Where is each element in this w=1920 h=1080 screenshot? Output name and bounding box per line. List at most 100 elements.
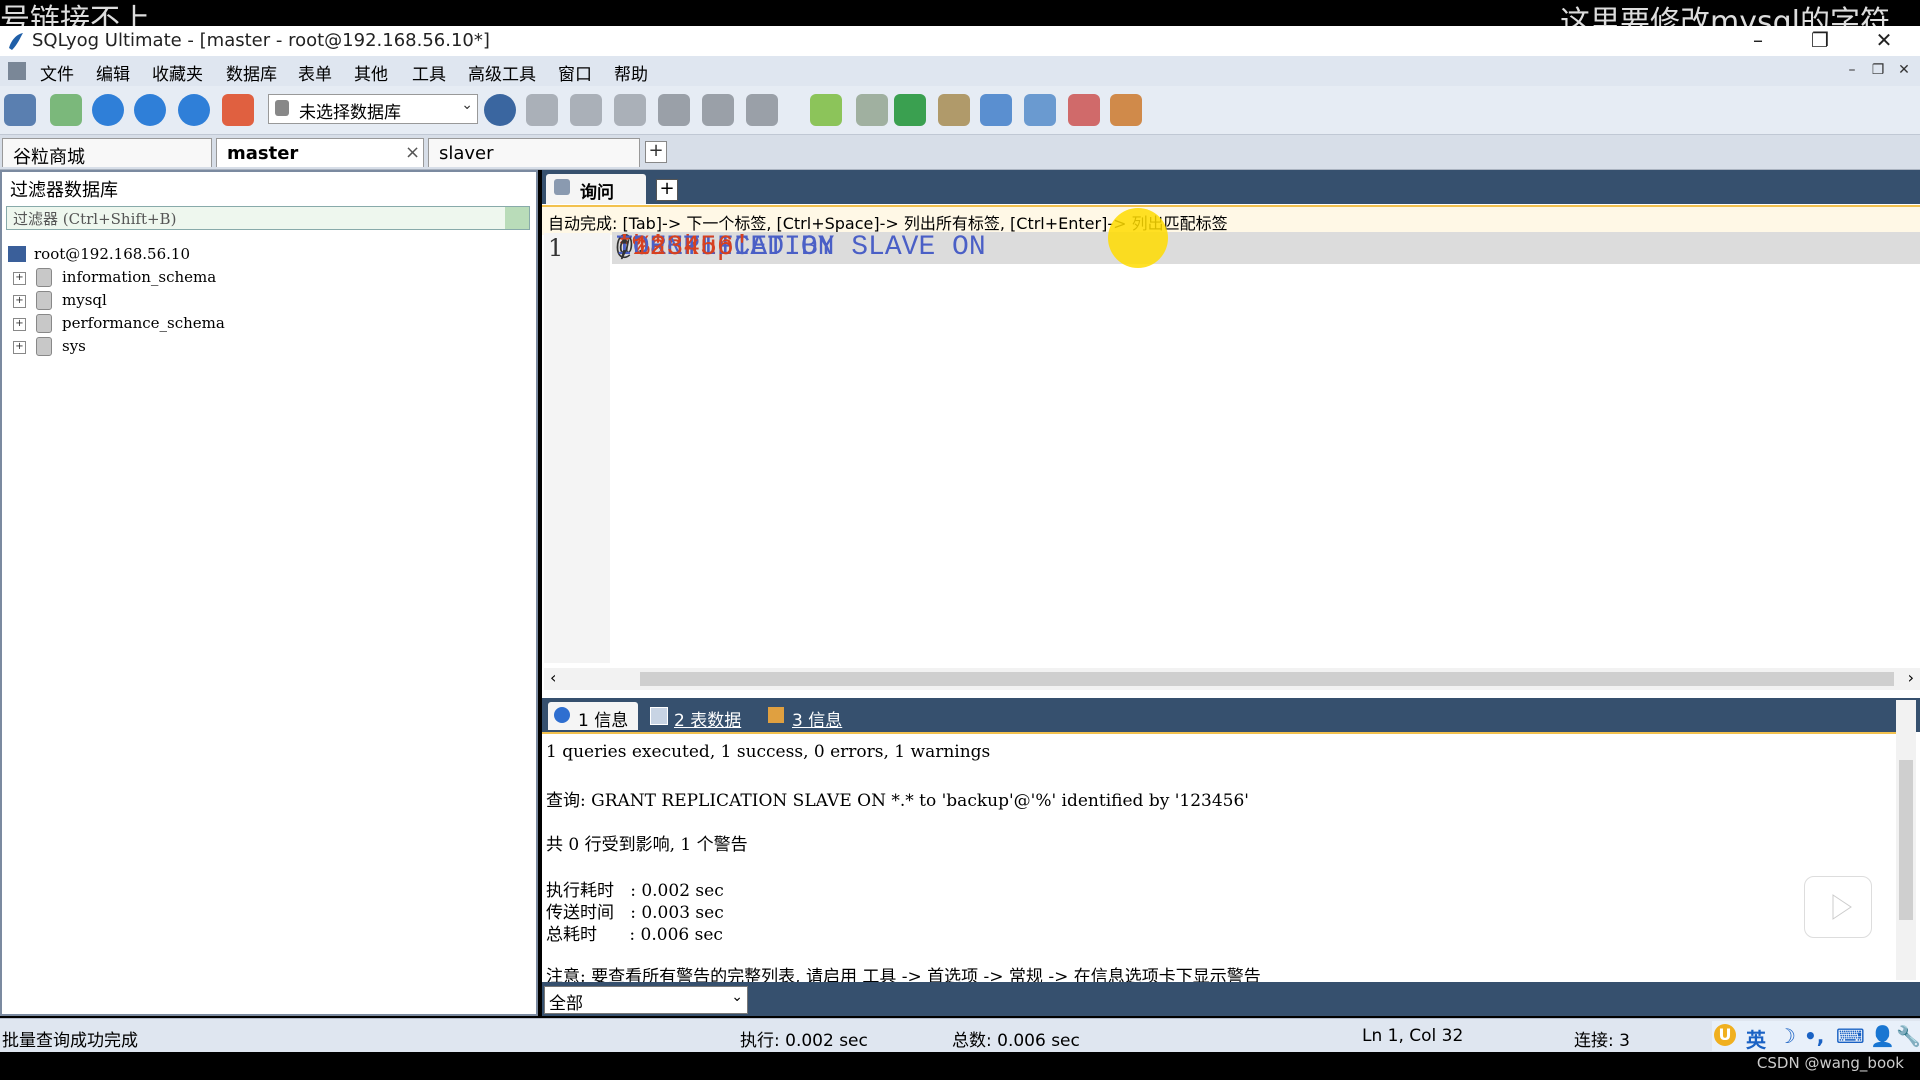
- restore-icon[interactable]: [856, 94, 888, 126]
- menu-file[interactable]: 文件: [40, 60, 74, 85]
- ime-logo-icon[interactable]: U: [1714, 1024, 1736, 1046]
- result-query: 查询: GRANT REPLICATION SLAVE ON *.* to 'b…: [546, 791, 1249, 811]
- expand-icon[interactable]: +: [13, 318, 26, 331]
- schedule-icon[interactable]: [1068, 94, 1100, 126]
- tab-connection-master[interactable]: master ×: [216, 138, 424, 167]
- database-icon: [36, 291, 52, 310]
- keyboard-icon[interactable]: ⌨: [1836, 1024, 1865, 1048]
- mdi-restore-button[interactable]: ❐: [1866, 60, 1890, 80]
- scroll-thumb[interactable]: [640, 672, 1894, 686]
- chevron-down-icon: ⌄: [461, 97, 473, 113]
- execute-query-icon[interactable]: [92, 94, 124, 126]
- status-total-time: 总数: 0.006 sec: [952, 1031, 1080, 1051]
- ime-lang-toggle[interactable]: 英: [1746, 1024, 1766, 1053]
- tab-connection-guli[interactable]: 谷粒商城: [2, 138, 212, 168]
- table-data-icon[interactable]: [658, 94, 690, 126]
- punctuation-icon[interactable]: •,: [1804, 1024, 1824, 1048]
- add-query-tab-button[interactable]: +: [656, 179, 678, 201]
- connection-tab-bar: 谷粒商城 master × slaver: [0, 135, 1920, 170]
- status-exec-time: 执行: 0.002 sec: [740, 1031, 868, 1051]
- grid-icon[interactable]: [702, 94, 734, 126]
- status-message: 批量查询成功完成: [2, 1031, 138, 1051]
- database-icon: [36, 337, 52, 356]
- tree-item-sys[interactable]: sys: [62, 337, 86, 355]
- user-icon[interactable]: 👤: [1870, 1024, 1895, 1048]
- stop-icon[interactable]: [222, 94, 254, 126]
- expand-icon[interactable]: +: [13, 341, 26, 354]
- sqlyog-dolphin-icon: [9, 33, 23, 50]
- play-triangle-icon: [1832, 894, 1852, 920]
- filter-button[interactable]: [505, 207, 529, 229]
- result-rows-affected: 共 0 行受到影响, 1 个警告: [546, 835, 748, 855]
- status-bar: 批量查询成功完成 执行: 0.002 sec 总数: 0.006 sec Ln …: [0, 1018, 1920, 1053]
- message-filter-select[interactable]: 全部 ⌄: [544, 986, 748, 1014]
- minimize-button[interactable]: –: [1738, 26, 1778, 54]
- close-window-button[interactable]: ✕: [1864, 26, 1904, 54]
- ime-toolbar: U 英 ☽ •, ⌨ 👤 🔧: [1712, 1021, 1920, 1053]
- line-number: 1: [548, 234, 564, 262]
- new-query-icon[interactable]: [50, 94, 82, 126]
- info-icon: [554, 707, 570, 723]
- export-icon[interactable]: [980, 94, 1012, 126]
- tab-messages[interactable]: 1 信息: [548, 702, 638, 731]
- tree-root-connection[interactable]: root@192.168.56.10: [34, 245, 190, 263]
- add-tab-button[interactable]: +: [645, 141, 667, 163]
- results-filter-bar: [542, 982, 1920, 1016]
- tab-query[interactable]: 询问: [546, 174, 646, 204]
- results-vertical-scrollbar[interactable]: [1896, 700, 1916, 980]
- result-summary: 1 queries executed, 1 success, 0 errors,…: [546, 742, 991, 762]
- execute-all-icon[interactable]: [134, 94, 166, 126]
- database-select[interactable]: 未选择数据库 ⌄: [268, 94, 478, 124]
- tree-item-information-schema[interactable]: information_schema: [62, 268, 216, 286]
- new-connection-icon[interactable]: [4, 94, 36, 126]
- filter-title: 过滤器数据库: [10, 180, 118, 201]
- close-tab-icon[interactable]: ×: [405, 142, 420, 163]
- mdi-close-button[interactable]: ✕: [1892, 60, 1916, 80]
- refresh-icon[interactable]: [178, 94, 210, 126]
- user-manager-icon[interactable]: [484, 94, 516, 126]
- menu-advanced-tools[interactable]: 高级工具: [468, 60, 536, 85]
- database-icon: [36, 314, 52, 333]
- sql-editor-line[interactable]: T REPLICATION SLAVE ON *. * TO 'backup' @ '…: [612, 232, 1920, 264]
- mdi-minimize-button[interactable]: –: [1840, 60, 1864, 80]
- menu-tools[interactable]: 工具: [412, 60, 446, 85]
- backup-icon[interactable]: [810, 94, 842, 126]
- menu-bar: 文件 编辑 收藏夹 数据库 表单 其他 工具 高级工具 窗口 帮助: [0, 56, 1920, 87]
- restore-button[interactable]: ❐: [1800, 26, 1840, 54]
- results-tab-bar: 1 信息 2 表数据 3 信息: [542, 698, 1920, 732]
- sync-icon[interactable]: [894, 94, 926, 126]
- scroll-right-icon[interactable]: ›: [1908, 668, 1914, 687]
- menu-table[interactable]: 表单: [298, 60, 332, 85]
- filter-input[interactable]: 过滤器 (Ctrl+Shift+B): [6, 206, 530, 230]
- tree-item-mysql[interactable]: mysql: [62, 291, 107, 309]
- monitor-icon[interactable]: [1024, 94, 1056, 126]
- create-table-icon[interactable]: [570, 94, 602, 126]
- watermark: CSDN @wang_book: [1756, 1054, 1904, 1072]
- expand-icon[interactable]: +: [13, 272, 26, 285]
- designer-icon[interactable]: [1110, 94, 1142, 126]
- tab-connection-slaver[interactable]: slaver: [428, 138, 640, 167]
- scroll-left-icon[interactable]: ‹: [550, 668, 556, 687]
- create-database-icon[interactable]: [526, 94, 558, 126]
- play-icon[interactable]: [1804, 876, 1872, 938]
- alter-table-icon[interactable]: [614, 94, 646, 126]
- tab-table-data[interactable]: 2 表数据: [646, 702, 756, 731]
- menu-edit[interactable]: 编辑: [96, 60, 130, 85]
- menu-window[interactable]: 窗口: [558, 60, 592, 85]
- menu-favorites[interactable]: 收藏夹: [152, 60, 203, 85]
- expand-icon[interactable]: +: [13, 295, 26, 308]
- menu-database[interactable]: 数据库: [226, 60, 277, 85]
- menu-other[interactable]: 其他: [354, 60, 388, 85]
- tab-info[interactable]: 3 信息: [764, 702, 864, 731]
- app-menu-icon[interactable]: [8, 62, 26, 80]
- scroll-thumb[interactable]: [1899, 760, 1913, 920]
- result-total-time: 总耗时 : 0.006 sec: [546, 925, 723, 945]
- menu-help[interactable]: 帮助: [614, 60, 648, 85]
- moon-icon[interactable]: ☽: [1778, 1024, 1796, 1048]
- wrench-icon[interactable]: 🔧: [1896, 1024, 1920, 1048]
- tree-item-performance-schema[interactable]: performance_schema: [62, 314, 225, 332]
- horizontal-scrollbar[interactable]: ‹ ›: [544, 668, 1920, 690]
- schema-icon[interactable]: [746, 94, 778, 126]
- results-messages: 1 queries executed, 1 success, 0 errors,…: [542, 732, 1902, 987]
- import-icon[interactable]: [938, 94, 970, 126]
